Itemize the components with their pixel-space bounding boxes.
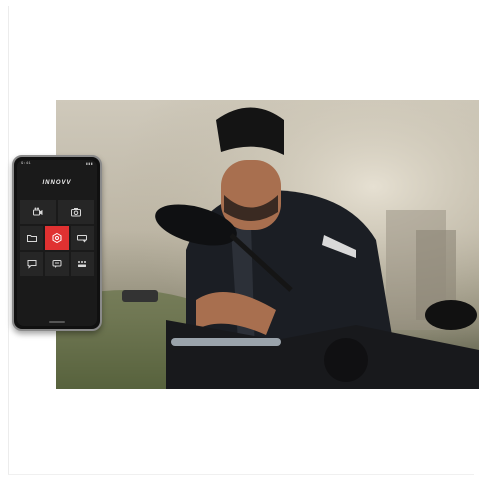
take-photo-button[interactable] (58, 200, 94, 224)
chat-button[interactable] (20, 252, 44, 276)
status-bar: 9:41 ▮▮▮ (17, 160, 97, 168)
device-button[interactable] (70, 226, 94, 250)
video-camera-icon (33, 207, 43, 216)
chat-bubble-icon (27, 260, 37, 269)
hero-photo (56, 100, 479, 389)
device-icon (77, 235, 88, 243)
phone-mockup: 9:41 ▮▮▮ INNOVV (12, 155, 102, 331)
rider-illustration (56, 100, 479, 389)
settings-button[interactable] (45, 226, 69, 250)
phone-screen: 9:41 ▮▮▮ INNOVV (17, 160, 97, 326)
apps-grid-icon (78, 261, 87, 267)
folder-icon (26, 235, 37, 242)
files-button[interactable] (20, 226, 44, 250)
app-logo: INNOVV (42, 180, 72, 186)
settings-hexagon-icon (52, 232, 62, 244)
status-time: 9:41 (21, 162, 31, 166)
photo-camera-icon (71, 208, 81, 217)
home-indicator[interactable] (49, 321, 65, 323)
apps-button[interactable] (70, 252, 94, 276)
status-indicators: ▮▮▮ (85, 163, 93, 167)
message-icon (52, 260, 62, 268)
record-video-button[interactable] (20, 200, 56, 224)
message-button[interactable] (45, 252, 69, 276)
